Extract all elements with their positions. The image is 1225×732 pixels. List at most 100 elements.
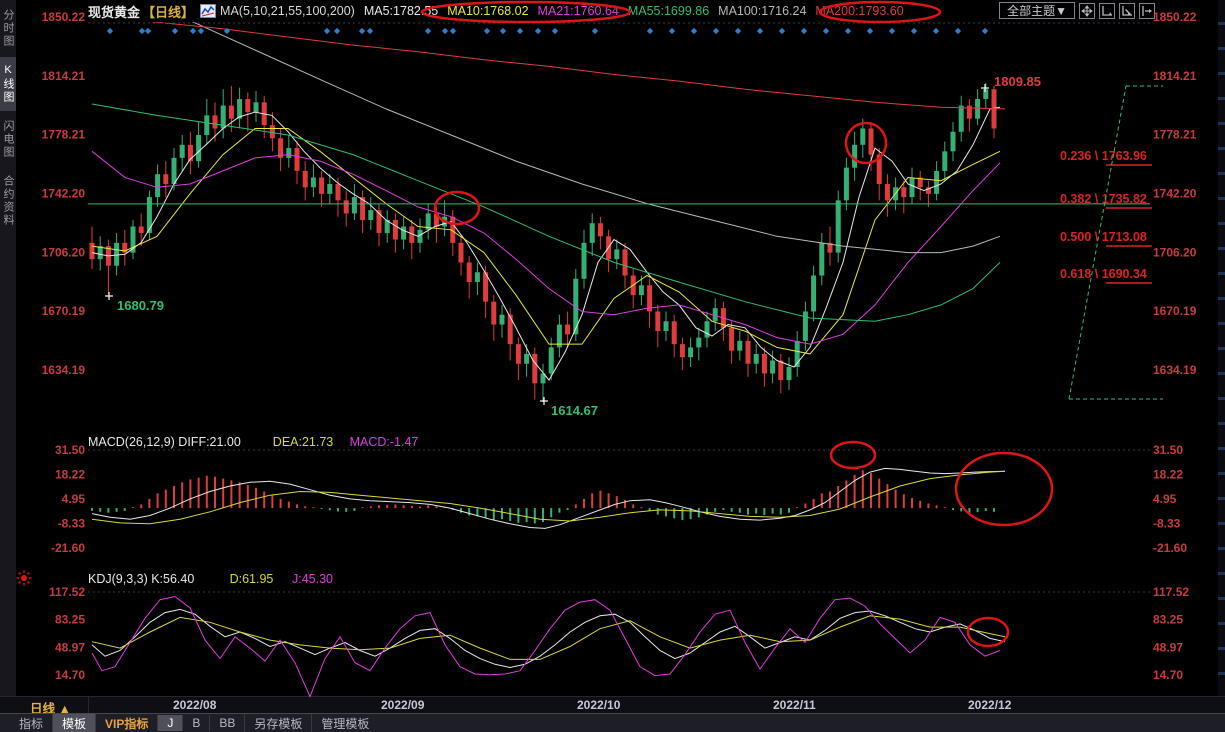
candle (114, 243, 119, 266)
candle (860, 128, 865, 144)
annotation-ellipse[interactable] (956, 453, 1052, 525)
candle (729, 328, 734, 351)
date-label: 2022/08 (173, 698, 216, 712)
kdj-line-K (92, 609, 1005, 667)
candle (98, 246, 103, 259)
theme-select-button[interactable]: 全部主题▼ (999, 2, 1075, 19)
kdj-header-label: J:45.30 (292, 572, 333, 586)
signal-diamond-icon (484, 28, 490, 34)
drawing-anchor-icon[interactable] (17, 571, 32, 586)
macd-line-DIFF (92, 468, 1005, 528)
signal-diamond-icon (911, 28, 917, 34)
macd-header-label: MACD(26,12,9) DIFF:21.00 (88, 435, 241, 449)
fib-drawing-line[interactable] (1069, 86, 1126, 399)
tab-2[interactable]: VIP指标 (95, 714, 157, 732)
date-axis-row: 日线 ▲ 2022/082022/092022/102022/112022/12 (0, 696, 1225, 713)
signal-diamond-icon (933, 28, 939, 34)
annotation-ellipse[interactable] (968, 618, 1008, 646)
ma-line-MA100 (150, 4, 1000, 252)
price-axis-label: 1814.21 (42, 69, 86, 83)
ma-line-MA200 (92, 14, 1005, 109)
price-axis-label: 1670.19 (42, 304, 86, 318)
macd-axis-label: 18.22 (1153, 467, 1183, 481)
candle (172, 158, 177, 184)
candle (959, 106, 964, 132)
bottom-tab-bar: 指标模板VIP指标JBBB另存模板管理模板 (0, 713, 1225, 732)
candle (787, 367, 792, 380)
candle (270, 125, 275, 138)
annotation-ellipse[interactable] (831, 442, 875, 468)
kdj-axis-label: 117.52 (49, 585, 85, 599)
kdj-axis-label: 14.70 (55, 668, 85, 682)
candle (286, 148, 291, 158)
candle (409, 226, 414, 242)
candle (459, 243, 464, 263)
candle (508, 315, 513, 344)
pane-shift-icon[interactable] (1139, 3, 1155, 19)
candle (598, 223, 603, 236)
tab-6[interactable]: 另存模板 (244, 714, 311, 732)
candle (680, 344, 685, 357)
sidebar-item-1[interactable]: K线图 (0, 57, 16, 111)
candle (139, 226, 144, 233)
annotation-ellipse[interactable] (435, 192, 479, 224)
candle (327, 184, 332, 194)
candle (254, 102, 259, 112)
signal-diamond-icon (535, 28, 541, 34)
candle (901, 187, 906, 197)
indicator-chart-icon[interactable] (200, 4, 216, 18)
crosshair-move-icon[interactable] (1079, 3, 1095, 19)
signal-diamond-icon (500, 28, 506, 34)
tab-5[interactable]: BB (209, 715, 244, 731)
candle (344, 200, 349, 213)
price-axis-label: 1634.19 (1153, 363, 1197, 377)
date-label: 2022/11 (773, 698, 816, 712)
candle (565, 325, 570, 335)
candle (204, 115, 209, 135)
macd-line-DEA (92, 471, 1005, 524)
price-axis-label: 1778.21 (42, 128, 86, 142)
axis-scale-y-icon[interactable] (1119, 3, 1135, 19)
candle (713, 308, 718, 321)
signal-diamond-icon (801, 28, 807, 34)
candle (934, 171, 939, 194)
candle (122, 243, 127, 253)
candle (983, 89, 988, 99)
signal-diamond-icon (982, 28, 988, 34)
tab-1[interactable]: 模板 (52, 714, 95, 732)
signal-diamond-icon (442, 28, 448, 34)
header-toolbar: 全部主题▼ (999, 2, 1155, 19)
candle (491, 302, 496, 325)
kdj-line-D (92, 616, 1005, 660)
candle (549, 347, 554, 373)
tab-3[interactable]: J (157, 715, 182, 731)
macd-axis-label: 4.95 (1153, 492, 1177, 506)
chart-canvas[interactable]: 1850.221850.221814.211814.211778.211778.… (0, 0, 1225, 732)
ma-value-label: MA21:1760.64 (538, 4, 619, 18)
signal-diamond-icon (190, 28, 196, 34)
ma-line-MA10 (92, 129, 1000, 354)
candle (590, 223, 595, 243)
candle (582, 243, 587, 279)
macd-header-label: MACD:-1.47 (350, 435, 419, 449)
candle (147, 197, 152, 233)
candle (828, 243, 833, 253)
tab-7[interactable]: 管理模板 (311, 714, 378, 732)
sidebar-item-2[interactable]: 闪电图 (0, 113, 16, 166)
candle (639, 285, 644, 295)
annotation-ellipse[interactable] (846, 123, 886, 163)
signal-diamond-icon (647, 28, 653, 34)
signal-diamond-icon (324, 28, 330, 34)
candle (368, 210, 373, 220)
signal-diamond-icon (592, 28, 598, 34)
tab-4[interactable]: B (182, 715, 209, 731)
period-tag: 【日线】 (142, 2, 194, 21)
ma-values-group: MA5:1782.55MA10:1768.02MA21:1760.64MA55:… (355, 2, 904, 20)
signal-diamond-icon (955, 28, 961, 34)
sidebar-item-3[interactable]: 合约资料 (0, 168, 16, 234)
candle (319, 177, 324, 193)
axis-scale-x-icon[interactable] (1099, 3, 1115, 19)
macd-axis-label: 4.95 (62, 492, 86, 506)
candle (573, 279, 578, 335)
tab-0[interactable]: 指标 (10, 714, 52, 732)
